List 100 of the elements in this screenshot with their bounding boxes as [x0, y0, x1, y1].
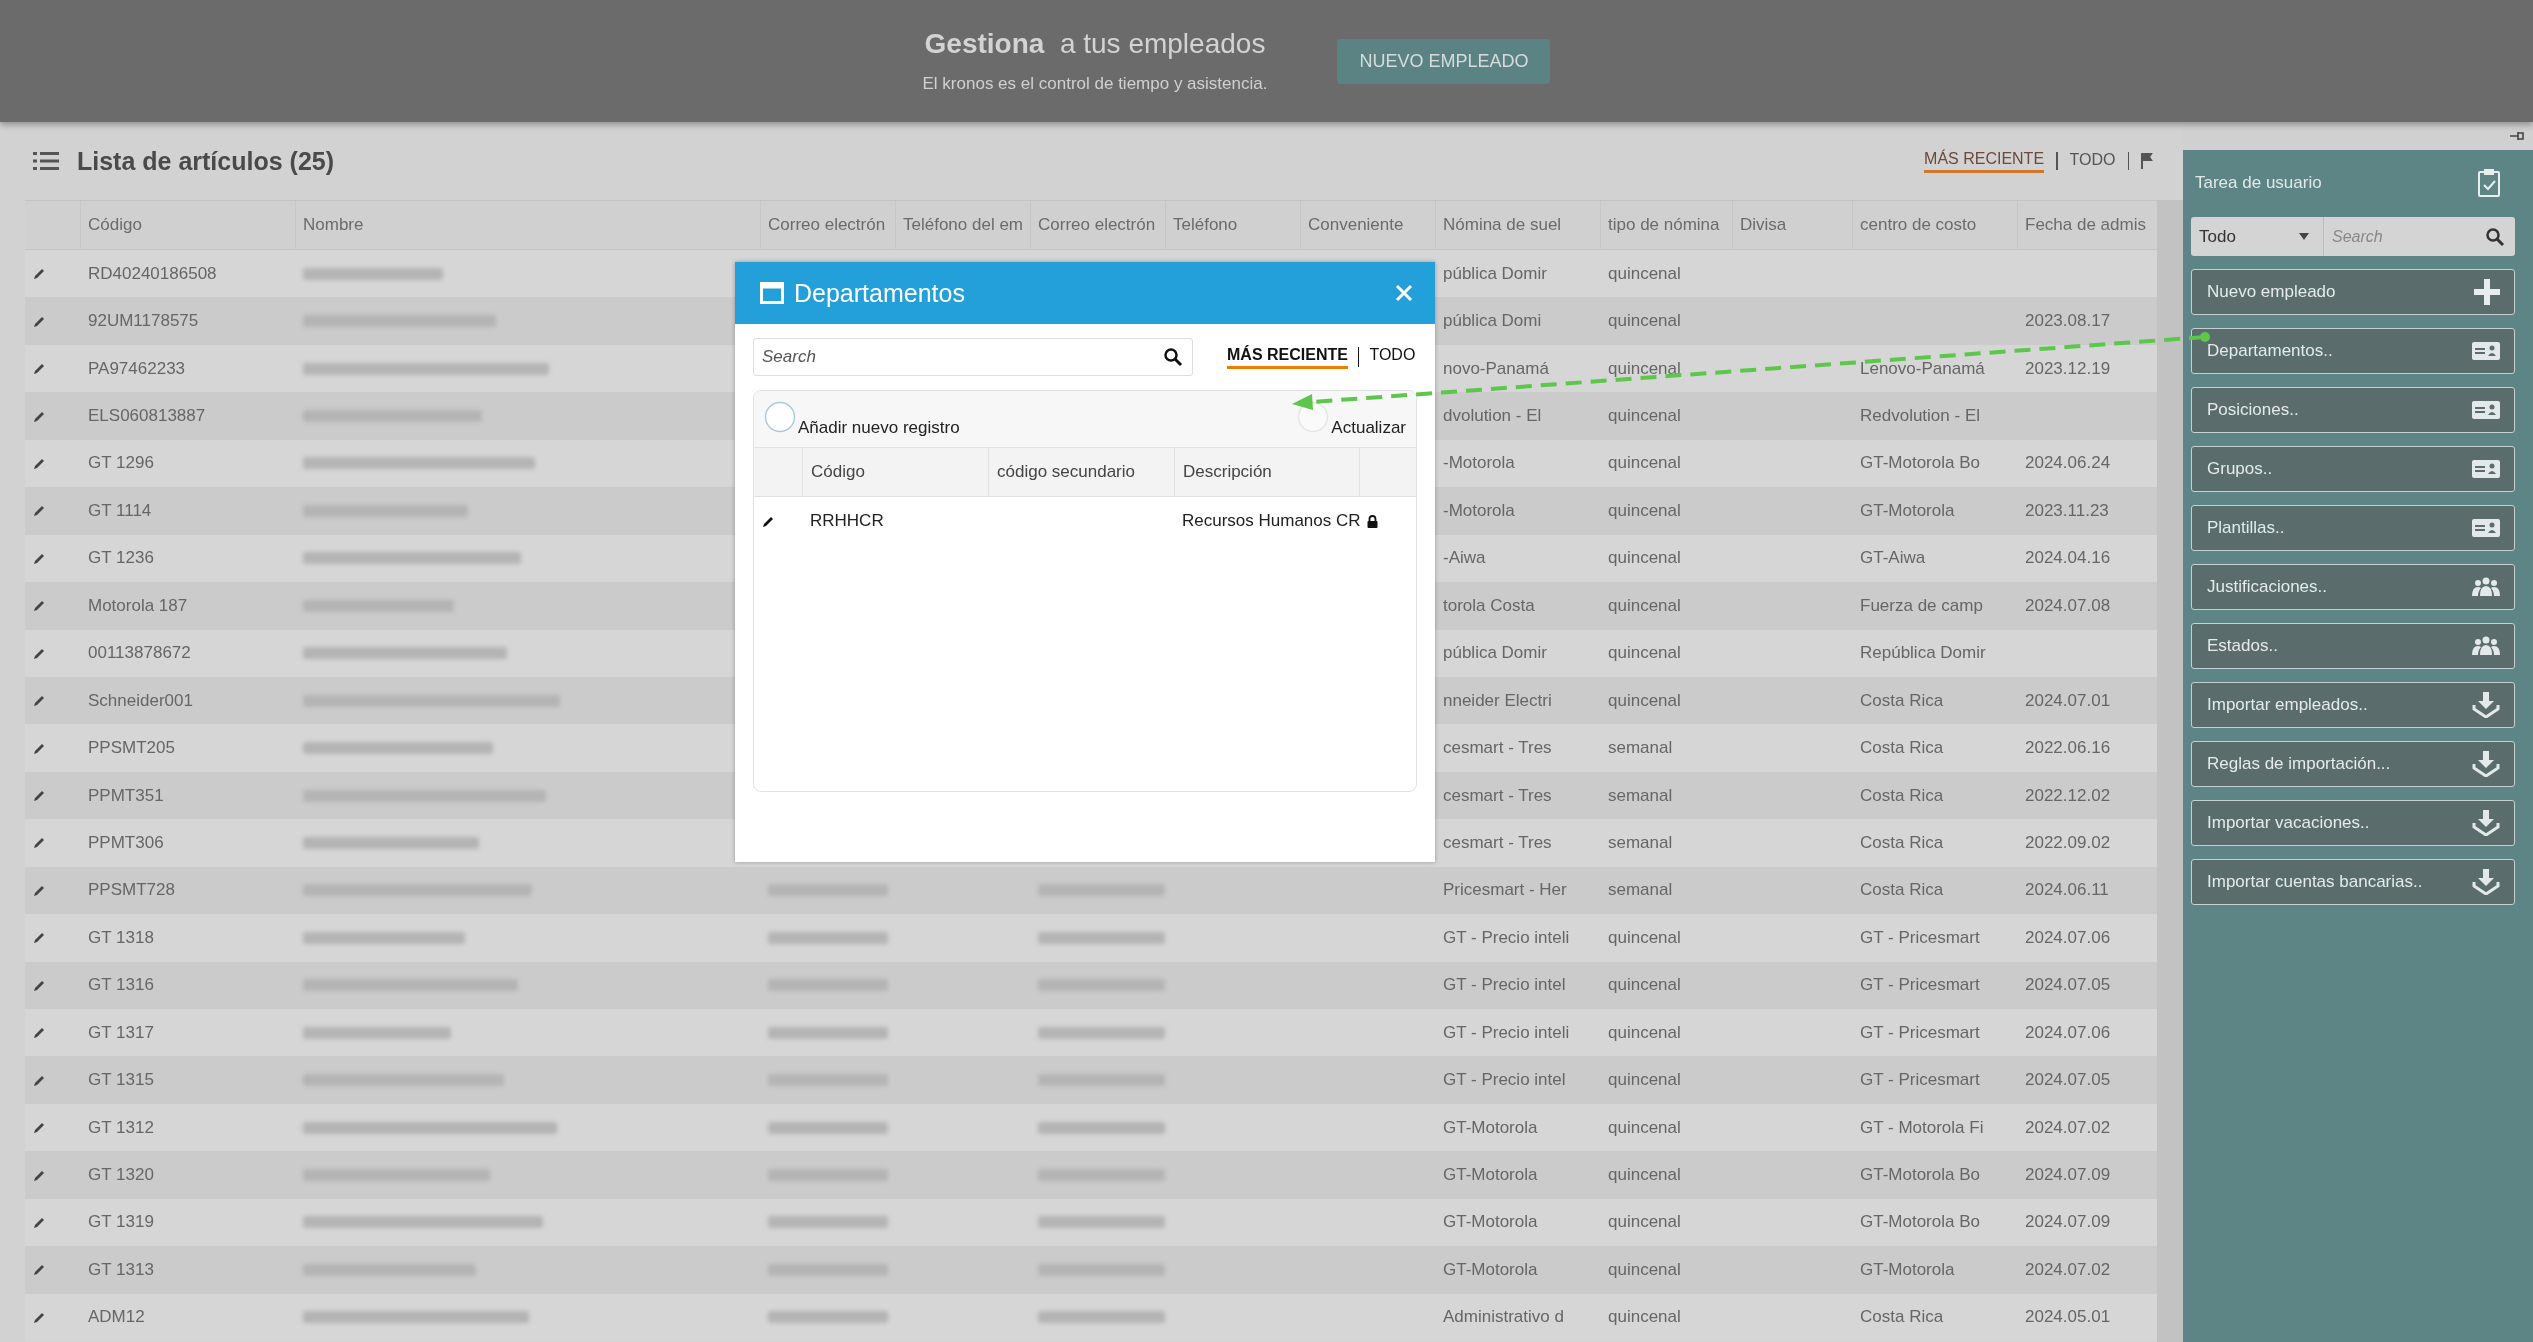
pencil-icon[interactable] — [33, 789, 46, 803]
pencil-icon[interactable] — [33, 1073, 46, 1087]
pencil-icon[interactable] — [33, 362, 46, 376]
pencil-icon[interactable] — [33, 456, 46, 470]
id-card-icon — [2472, 460, 2500, 478]
search-field[interactable]: Search — [2330, 226, 2485, 247]
pencil-icon[interactable] — [33, 551, 46, 565]
table-cell-text: 2022.09.02 — [2024, 832, 2112, 853]
action-button[interactable]: Plantillas.. — [2191, 505, 2515, 551]
action-button[interactable]: Importar vacaciones.. — [2191, 800, 2515, 846]
plus-icon — [2474, 279, 2500, 305]
pencil-icon[interactable] — [33, 883, 46, 897]
pencil-icon[interactable] — [33, 504, 46, 518]
filter-tab[interactable]: TODO — [2069, 151, 2116, 171]
column-header[interactable]: tipo de nómina — [1600, 201, 1732, 249]
pencil-icon[interactable] — [33, 1310, 46, 1324]
pencil-icon[interactable] — [33, 314, 46, 328]
pencil-icon[interactable] — [33, 978, 46, 992]
column-header[interactable]: Nómina de suel — [1435, 201, 1600, 249]
table-cell-text: GT-Motorola — [1859, 500, 1956, 521]
column-header[interactable]: centro de costo — [1852, 201, 2017, 249]
column-header[interactable]: Conveniente — [1300, 201, 1435, 249]
action-button[interactable]: Grupos.. — [2191, 446, 2515, 492]
table-cell-text: GT - Pricesmart — [1859, 1022, 1981, 1043]
table-cell-text: quincenal — [1607, 1165, 1682, 1186]
list-icon[interactable] — [33, 151, 59, 171]
action-button[interactable]: Nuevo empleado — [2191, 269, 2515, 315]
pencil-icon[interactable] — [33, 1168, 46, 1182]
filter-tab[interactable]: TODO — [1369, 345, 1416, 369]
table-cell-text: GT 1315 — [87, 1070, 155, 1091]
table-cell-text: quincenal — [1607, 595, 1682, 616]
pencil-icon[interactable] — [33, 741, 46, 755]
pencil-icon[interactable] — [33, 646, 46, 660]
table-cell-text: GT - Precio inteli — [1442, 927, 1571, 948]
column-header[interactable]: Teléfono — [1165, 201, 1300, 249]
table-cell-text: ELS060813887 — [87, 406, 207, 427]
table-cell-text: pública Domir — [1442, 643, 1548, 664]
close-icon[interactable] — [1395, 284, 1413, 302]
flag-icon[interactable] — [2141, 152, 2155, 170]
action-button[interactable]: Importar empleados.. — [2191, 682, 2515, 728]
pencil-icon[interactable] — [33, 694, 46, 708]
table-cell-text: quincenal — [1607, 548, 1682, 569]
column-header[interactable]: Código — [802, 448, 988, 496]
column-header[interactable]: código secundario — [988, 448, 1174, 496]
column-header[interactable]: Nombre — [295, 201, 760, 249]
column-header[interactable]: Código — [80, 201, 295, 249]
table-cell-text: -Motorola — [1442, 500, 1516, 521]
pin-icon[interactable] — [2509, 130, 2525, 142]
scrollbar-track[interactable] — [2157, 200, 2183, 1342]
table-cell-text: semanal — [1607, 785, 1674, 806]
clipboard-check-icon — [2477, 168, 2501, 198]
search-icon[interactable] — [1163, 347, 1183, 367]
table-cell-text: quincenal — [1607, 1117, 1682, 1138]
search-icon[interactable] — [2485, 226, 2505, 247]
pencil-icon[interactable] — [33, 1026, 46, 1040]
pencil-icon[interactable] — [33, 1121, 46, 1135]
action-button[interactable]: Estados.. — [2191, 623, 2515, 669]
column-header[interactable]: Correo electrón — [760, 201, 895, 249]
subtitle: El kronos es el control de tiempo y asistencia. — [922, 74, 1268, 94]
toolbar-button[interactable]: Añadir nuevo registro — [764, 400, 960, 438]
action-button[interactable]: Importar cuentas bancarias.. — [2191, 859, 2515, 905]
table-cell-text: Administrativo d — [1442, 1307, 1565, 1328]
action-button[interactable]: Reglas de importación... — [2191, 741, 2515, 787]
table-cell-text: GT 1114 — [87, 500, 153, 521]
filter-tab[interactable]: MÁS RECIENTE — [1924, 149, 2045, 173]
type-select[interactable]: Todo — [2191, 217, 2324, 256]
table-cell-text: GT 1320 — [87, 1165, 155, 1186]
table-cell-text: novo-Panamá — [1442, 358, 1550, 379]
pencil-icon[interactable] — [33, 599, 46, 613]
table-cell-text: Costa Rica — [1859, 738, 1945, 759]
action-button[interactable]: Departamentos.. — [2191, 328, 2515, 374]
search-field[interactable]: Search — [753, 338, 1193, 376]
table-cell-text: 2024.07.08 — [2024, 595, 2112, 616]
pencil-icon[interactable] — [33, 1215, 46, 1229]
column-header[interactable]: Teléfono del em — [895, 201, 1030, 249]
table-cell-text: GT 1316 — [87, 975, 155, 996]
toolbar-button[interactable]: Actualizar — [1297, 400, 1406, 438]
column-header[interactable]: Correo electrón — [1030, 201, 1165, 249]
table-cell-text: 2024.07.01 — [2024, 690, 2112, 711]
table-cell-text: quincenal — [1607, 358, 1682, 379]
table-cell-text: GT-Motorola Bo — [1859, 1212, 1981, 1233]
action-button[interactable]: Posiciones.. — [2191, 387, 2515, 433]
filter-tab[interactable]: MÁS RECIENTE — [1227, 345, 1348, 369]
list-title: Lista de artículos (25) — [77, 146, 335, 176]
pencil-icon[interactable] — [33, 931, 46, 945]
table-cell-text: Motorola 187 — [87, 595, 189, 616]
new-employee-button[interactable]: NUEVO EMPLEADO — [1337, 38, 1551, 84]
pencil-icon[interactable] — [33, 836, 46, 850]
table-cell-text: quincenal — [1607, 500, 1682, 521]
table-cell-text: GT 1319 — [87, 1212, 155, 1233]
pencil-icon[interactable] — [33, 1263, 46, 1277]
table-cell-text: 2024.05.01 — [2024, 1307, 2112, 1328]
column-header[interactable]: Divisa — [1732, 201, 1852, 249]
pencil-icon[interactable] — [33, 409, 46, 423]
column-header[interactable]: Descripción — [1174, 448, 1359, 496]
pencil-icon[interactable] — [762, 514, 775, 528]
pencil-icon[interactable] — [33, 267, 46, 281]
table-cell-text: quincenal — [1607, 927, 1682, 948]
table-cell-text: RD40240186508 — [87, 263, 218, 284]
action-button[interactable]: Justificaciones.. — [2191, 564, 2515, 610]
